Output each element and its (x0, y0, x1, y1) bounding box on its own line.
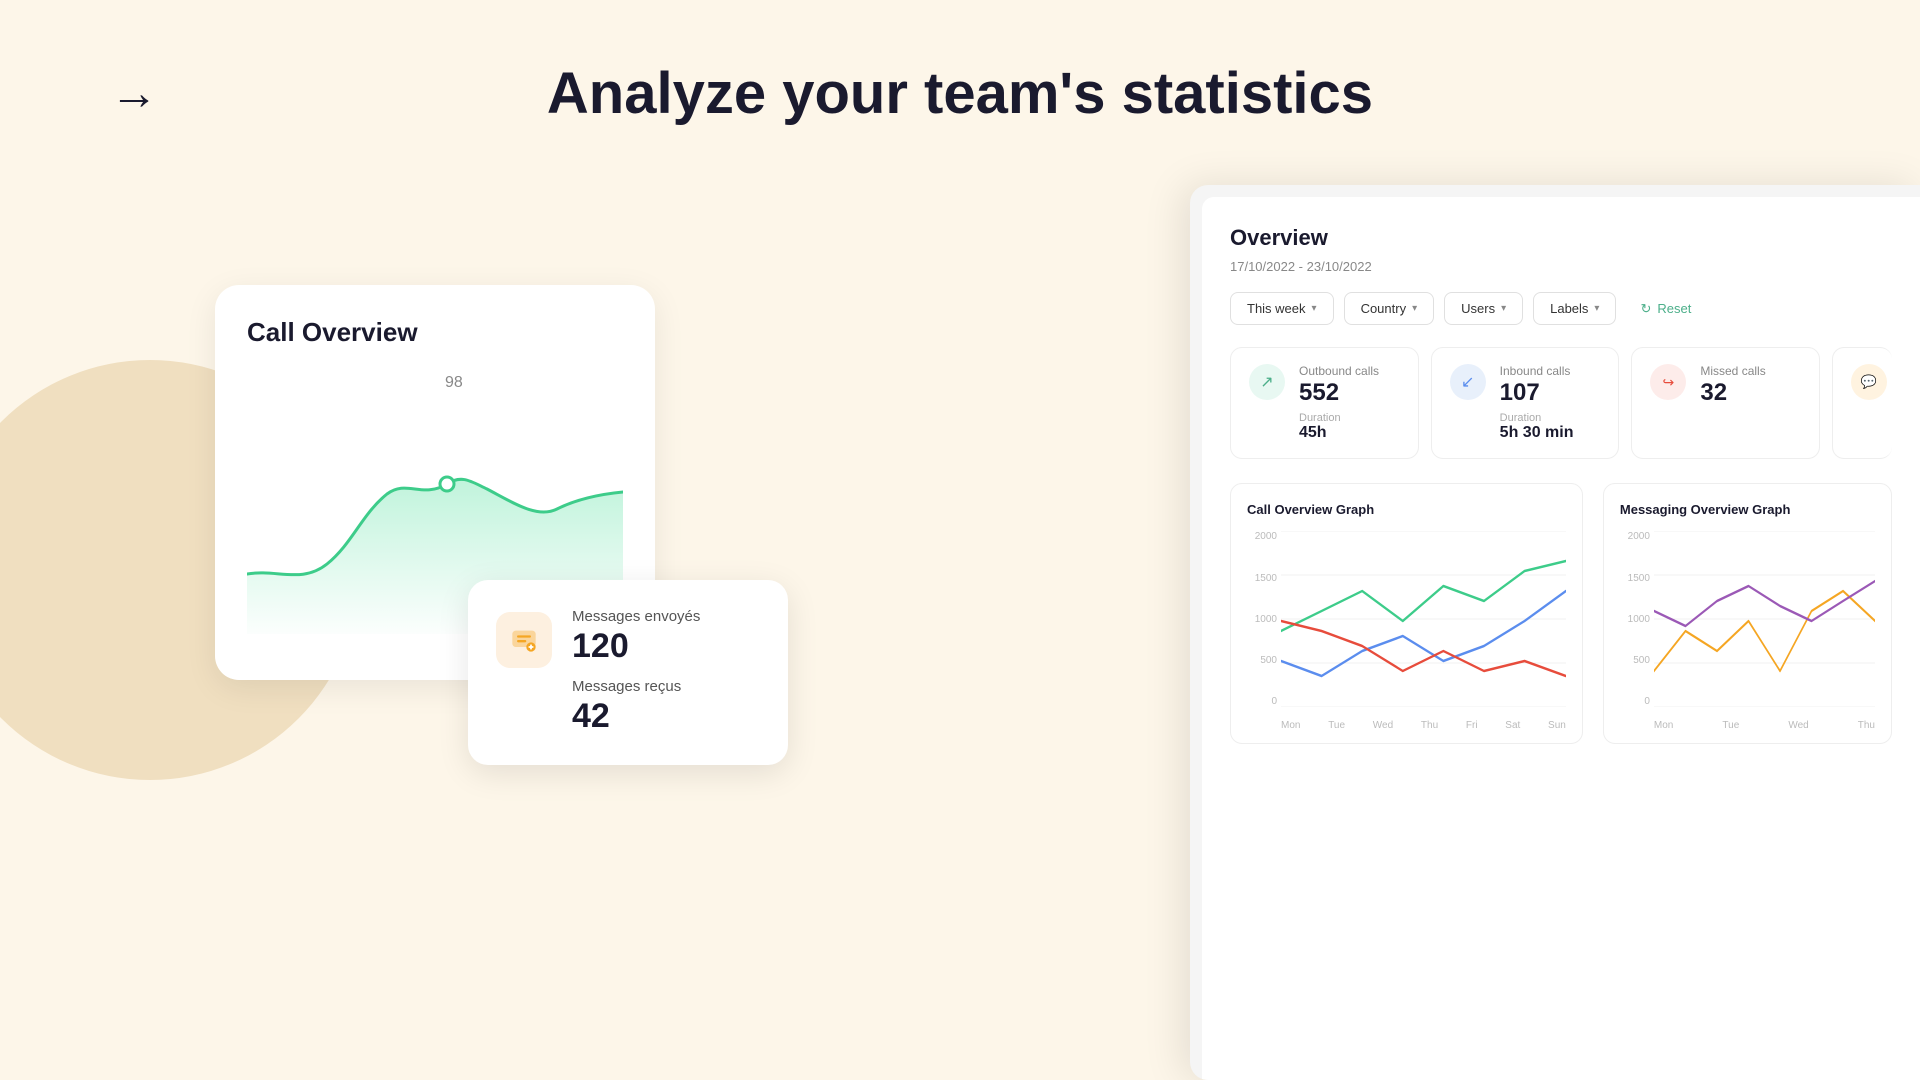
filter-this-week[interactable]: This week ▾ (1230, 292, 1334, 325)
messaging-graph-y-axis: 2000 1500 1000 500 0 (1620, 531, 1654, 707)
reset-icon: ↻ (1640, 301, 1651, 317)
chevron-down-icon: ▾ (1412, 303, 1417, 314)
stats-row: ↗ Outbound calls 552 Duration 45h ↙ Inbo… (1230, 347, 1892, 459)
outbound-duration-value: 45h (1299, 424, 1379, 442)
overview-title: Overview (1230, 225, 1892, 251)
outbound-label: Outbound calls (1299, 364, 1379, 378)
call-overview-title: Call Overview (247, 317, 623, 348)
messaging-graph-card: Messaging Overview Graph 2000 1500 1000 … (1603, 483, 1892, 744)
messaging-graph-area: 2000 1500 1000 500 0 Mon Tue Wed Thu (1620, 531, 1875, 731)
received-value: 42 (572, 697, 700, 736)
stat-missed: ↪ Missed calls 32 (1631, 347, 1820, 459)
filter-country[interactable]: Country ▾ (1344, 292, 1435, 325)
chevron-down-icon: ▾ (1501, 303, 1506, 314)
chevron-down-icon: ▾ (1594, 303, 1599, 314)
inbound-duration-label: Duration (1500, 412, 1574, 424)
outbound-duration-label: Duration (1299, 412, 1379, 424)
messages-icon (496, 612, 552, 668)
laptop-screen: Overview 17/10/2022 - 23/10/2022 This we… (1190, 185, 1920, 1080)
inbound-label: Inbound calls (1500, 364, 1574, 378)
received-label: Messages reçus (572, 678, 700, 695)
messaging-graph-x-axis: Mon Tue Wed Thu (1654, 720, 1875, 731)
stat-inbound: ↙ Inbound calls 107 Duration 5h 30 min (1431, 347, 1620, 459)
outbound-number: 552 (1299, 380, 1379, 406)
graphs-row: Call Overview Graph 2000 1500 1000 500 0… (1230, 483, 1892, 744)
stat-outbound: ↗ Outbound calls 552 Duration 45h (1230, 347, 1419, 459)
filters-row: This week ▾ Country ▾ Users ▾ Labels ▾ ↻… (1230, 292, 1892, 325)
missed-icon: ↪ (1650, 364, 1686, 400)
messaging-graph-svg (1654, 531, 1875, 707)
call-graph-y-axis: 2000 1500 1000 500 0 (1247, 531, 1281, 707)
header: → Analyze your team's statistics (0, 60, 1920, 127)
messages-stat-icon: 💬 (1851, 364, 1887, 400)
page-title: Analyze your team's statistics (547, 60, 1373, 127)
inbound-icon: ↙ (1450, 364, 1486, 400)
missed-number: 32 (1700, 380, 1765, 406)
call-graph-x-axis: Mon Tue Wed Thu Fri Sat Sun (1281, 720, 1566, 731)
sent-label: Messages envoyés (572, 608, 700, 625)
outbound-icon: ↗ (1249, 364, 1285, 400)
header-arrow-icon: → (110, 66, 158, 121)
inbound-number: 107 (1500, 380, 1574, 406)
messages-content: Messages envoyés 120 Messages reçus 42 (572, 608, 700, 736)
missed-label: Missed calls (1700, 364, 1765, 378)
filter-labels[interactable]: Labels ▾ (1533, 292, 1616, 325)
call-graph-title: Call Overview Graph (1247, 502, 1566, 517)
messages-card: Messages envoyés 120 Messages reçus 42 (468, 580, 788, 765)
messaging-graph-title: Messaging Overview Graph (1620, 502, 1875, 517)
stat-messages: 💬 (1832, 347, 1892, 459)
filter-users[interactable]: Users ▾ (1444, 292, 1523, 325)
dashboard-panel: Overview 17/10/2022 - 23/10/2022 This we… (1202, 197, 1920, 1080)
call-graph-area: 2000 1500 1000 500 0 Mon Tue Wed Thu Fri… (1247, 531, 1566, 731)
chevron-down-icon: ▾ (1312, 303, 1317, 314)
sent-value: 120 (572, 627, 700, 666)
call-graph-svg (1281, 531, 1566, 707)
reset-button[interactable]: ↻ Reset (1626, 293, 1705, 325)
call-overview-graph-card: Call Overview Graph 2000 1500 1000 500 0… (1230, 483, 1583, 744)
inbound-duration-value: 5h 30 min (1500, 424, 1574, 442)
date-range: 17/10/2022 - 23/10/2022 (1230, 259, 1892, 274)
